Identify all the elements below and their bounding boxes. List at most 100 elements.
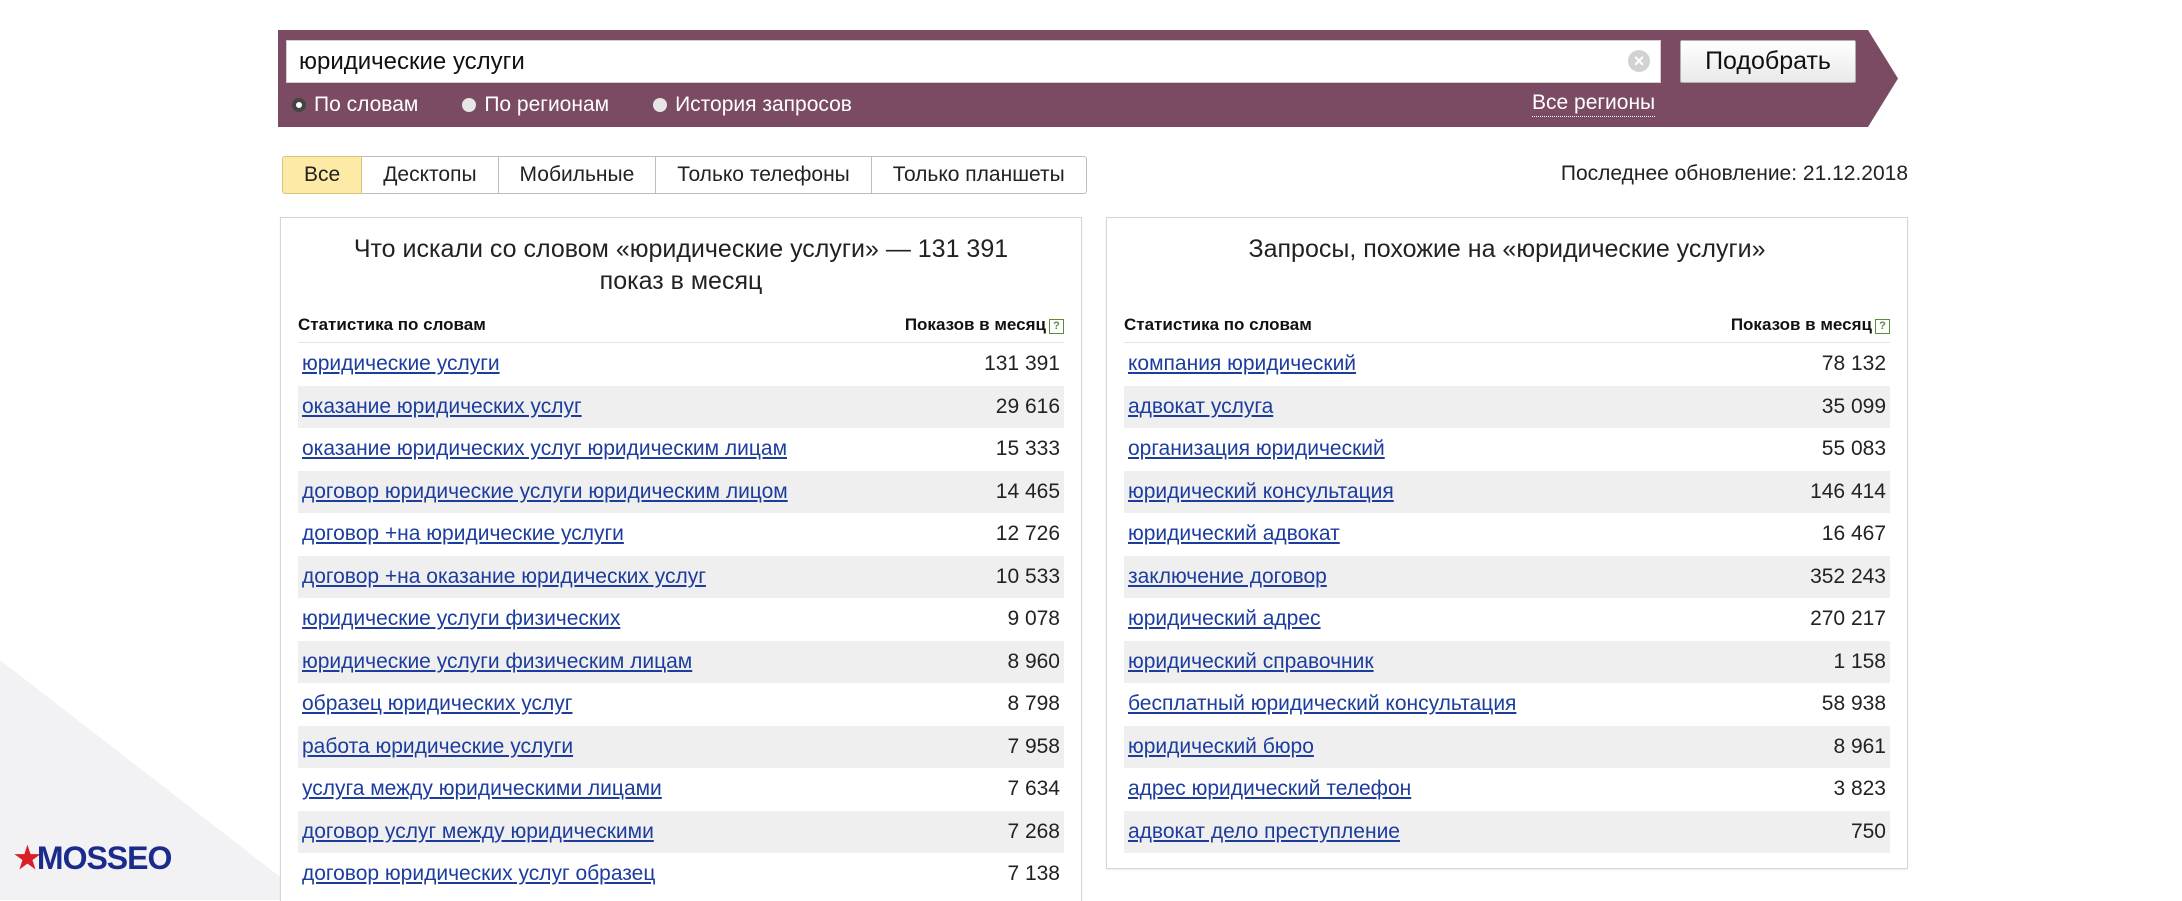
table-row: договор услуг между юридическими 7 268	[298, 810, 1064, 854]
logo-text: MOSSEO	[36, 840, 172, 876]
keyword-link[interactable]: юридические услуги	[302, 343, 500, 386]
keyword-link[interactable]: юридический адрес	[1128, 598, 1321, 641]
table-row: юридические услуги 131 391	[298, 343, 1064, 386]
table-row: договор юридические услуги юридическим л…	[298, 470, 1064, 514]
table-row: оказание юридических услуг 29 616	[298, 385, 1064, 429]
table-row: услуга между юридическими лицами 7 634	[298, 768, 1064, 811]
keyword-link[interactable]: услуга между юридическими лицами	[302, 768, 662, 811]
impressions-count: 8 798	[1007, 692, 1060, 715]
keyword-link[interactable]: договор юридические услуги юридическим л…	[302, 471, 788, 514]
keyword-link[interactable]: организация юридический	[1128, 428, 1385, 471]
impressions-count: 8 960	[1007, 649, 1060, 673]
table-body: юридические услуги 131 391 оказание юридич…	[298, 343, 1064, 896]
impressions-count: 8 961	[1833, 734, 1886, 758]
impressions-count: 12 726	[995, 522, 1060, 545]
tab-tablets-only[interactable]: Только планшеты	[871, 156, 1087, 194]
tab-phones-only[interactable]: Только телефоны	[656, 156, 872, 194]
tab-mobile[interactable]: Мобильные	[498, 156, 657, 194]
keyword-link[interactable]: адрес юридический телефон	[1128, 768, 1411, 811]
impressions-count: 7 268	[1007, 819, 1060, 843]
table-row: заключение договор 352 243	[1124, 555, 1890, 599]
keyword-link[interactable]: юридический адвокат	[1128, 513, 1340, 556]
clear-icon[interactable]: ×	[1628, 50, 1650, 72]
table-row: юридические услуги физических 9 078	[298, 598, 1064, 641]
impressions-count: 3 823	[1833, 777, 1886, 800]
panel-title: Что искали со словом «юридические услуги…	[353, 235, 1009, 295]
table-body: компания юридический 78 132 адвокат услуга…	[1124, 343, 1890, 853]
radio-label: По словам	[314, 93, 419, 116]
impressions-count: 15 333	[995, 437, 1060, 460]
keyword-link[interactable]: образец юридических услуг	[302, 683, 572, 726]
panel-title: Запросы, похожие на «юридические услуги»	[1248, 235, 1766, 263]
table-row: организация юридический 55 083	[1124, 428, 1890, 471]
keyword-link[interactable]: юридический справочник	[1128, 641, 1374, 684]
keyword-link[interactable]: адвокат услуга	[1128, 386, 1273, 429]
radio-by-words[interactable]: По словам	[292, 93, 418, 117]
similar-table: Статистика по словам Показов в месяц? ко…	[1124, 310, 1890, 853]
table-row: договор юридических услуг образец 7 138	[298, 853, 1064, 896]
impressions-count: 270 217	[1810, 607, 1886, 630]
device-tabs: Все Десктопы Мобильные Только телефоны Т…	[282, 156, 1087, 194]
table-row: адрес юридический телефон 3 823	[1124, 768, 1890, 811]
table-row: юридический справочник 1 158	[1124, 640, 1890, 684]
radio-label: История запросов	[675, 93, 852, 116]
regions-link[interactable]: Все регионы	[1532, 90, 1656, 117]
col-keyword-header: Статистика по словам	[1124, 315, 1312, 334]
table-row: юридический адрес 270 217	[1124, 598, 1890, 641]
radio-label: По регионам	[484, 93, 610, 116]
table-row: работа юридические услуги 7 958	[298, 725, 1064, 769]
keyword-link[interactable]: оказание юридических услуг юридическим л…	[302, 428, 787, 471]
table-row: юридические услуги физическим лицам 8 960	[298, 640, 1064, 684]
keyword-link[interactable]: юридический консультация	[1128, 471, 1394, 514]
table-row: оказание юридических услуг юридическим л…	[298, 428, 1064, 471]
keyword-link[interactable]: адвокат дело преступление	[1128, 811, 1400, 854]
search-input[interactable]: юридические услуги	[286, 40, 1661, 83]
last-update-text: Последнее обновление: 21.12.2018	[1560, 162, 1908, 185]
radio-query-history[interactable]: История запросов	[653, 93, 852, 117]
table-row: юридический адвокат 16 467	[1124, 513, 1890, 556]
impressions-count: 146 414	[1810, 479, 1886, 503]
keyword-link[interactable]: юридические услуги физических	[302, 598, 620, 641]
keyword-link[interactable]: договор +на оказание юридических услуг	[302, 556, 706, 599]
impressions-count: 35 099	[1821, 394, 1886, 418]
col-count-header: Показов в месяц?	[1731, 310, 1890, 342]
impressions-count: 7 958	[1007, 734, 1060, 758]
search-mode-group: По словам По регионам История запросов	[292, 90, 896, 120]
tab-desktops[interactable]: Десктопы	[362, 156, 499, 194]
impressions-count: 9 078	[1007, 607, 1060, 630]
impressions-count: 16 467	[1821, 522, 1886, 545]
radio-by-regions[interactable]: По регионам	[462, 93, 609, 117]
radio-unchecked-icon	[462, 98, 477, 112]
impressions-count: 750	[1850, 819, 1886, 843]
keywords-panel: Что искали со словом «юридические услуги…	[280, 217, 1082, 901]
similar-queries-panel: Запросы, похожие на «юридические услуги»…	[1106, 217, 1908, 869]
mosseo-logo: ★ MOSSEO	[14, 840, 172, 877]
impressions-count: 7 138	[1007, 862, 1060, 885]
impressions-count: 78 132	[1821, 352, 1886, 375]
keyword-link[interactable]: договор услуг между юридическими	[302, 811, 654, 854]
impressions-count: 29 616	[995, 394, 1060, 418]
keyword-link[interactable]: юридический бюро	[1128, 726, 1314, 769]
tab-all[interactable]: Все	[282, 156, 363, 194]
table-row: договор +на оказание юридических услуг 10…	[298, 555, 1064, 599]
table-header: Статистика по словам Показов в месяц?	[1124, 310, 1890, 343]
impressions-count: 131 391	[984, 352, 1060, 375]
table-row: юридический бюро 8 961	[1124, 725, 1890, 769]
submit-button[interactable]: Подобрать	[1680, 40, 1856, 83]
table-row: компания юридический 78 132	[1124, 343, 1890, 386]
keyword-link[interactable]: заключение договор	[1128, 556, 1327, 599]
radio-unchecked-icon	[653, 98, 668, 112]
table-row: договор +на юридические услуги 12 726	[298, 513, 1064, 556]
col-keyword-header: Статистика по словам	[298, 315, 486, 334]
help-icon[interactable]: ?	[1049, 319, 1064, 334]
keyword-link[interactable]: договор +на юридические услуги	[302, 513, 624, 556]
help-icon[interactable]: ?	[1875, 319, 1890, 334]
keyword-link[interactable]: оказание юридических услуг	[302, 386, 582, 429]
keyword-link[interactable]: компания юридический	[1128, 343, 1356, 386]
keyword-link[interactable]: договор юридических услуг образец	[302, 853, 655, 896]
keyword-link[interactable]: юридические услуги физическим лицам	[302, 641, 692, 684]
keyword-link[interactable]: бесплатный юридический консультация	[1128, 683, 1516, 726]
col-count-header: Показов в месяц?	[905, 310, 1064, 342]
keyword-link[interactable]: работа юридические услуги	[302, 726, 573, 769]
impressions-count: 14 465	[995, 479, 1060, 503]
